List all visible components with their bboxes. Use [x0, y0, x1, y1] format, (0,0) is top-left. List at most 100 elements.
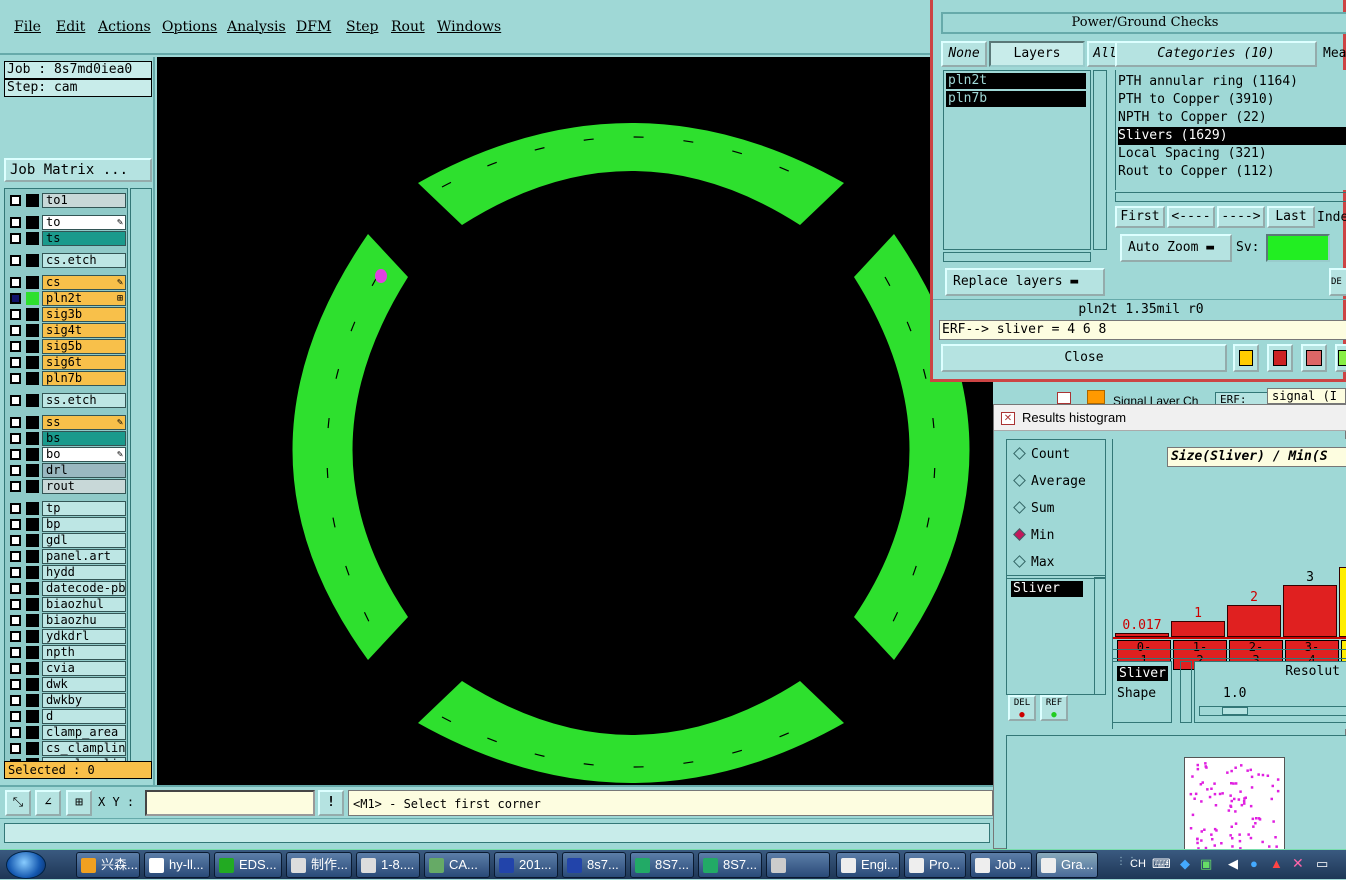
layer-color-swatch[interactable] [26, 194, 39, 207]
option-max[interactable]: Max [1013, 554, 1054, 572]
layer-name[interactable]: sig6t [42, 355, 126, 370]
menu-edit[interactable]: Edit [56, 19, 85, 35]
layer-row[interactable]: drl [5, 463, 129, 478]
layer-name[interactable]: sig5b [42, 339, 126, 354]
graphic-canvas[interactable] [157, 57, 993, 785]
layer-checkbox[interactable] [10, 481, 21, 492]
exclamation-button[interactable]: ! [318, 790, 344, 816]
network-icon[interactable]: ▣ [1200, 856, 1212, 872]
layer-row[interactable]: bs [5, 431, 129, 446]
layer-color-swatch[interactable] [26, 480, 39, 493]
menu-actions[interactable]: Actions [98, 19, 151, 35]
layer-color-swatch[interactable] [26, 448, 39, 461]
green-icon[interactable] [1335, 344, 1346, 372]
language-indicator[interactable]: CH [1130, 858, 1146, 870]
grid-button[interactable]: ⊞ [66, 790, 92, 816]
histogram-bar[interactable] [1171, 621, 1225, 637]
layer-row[interactable]: biaozhu [5, 613, 129, 628]
sliver-item[interactable]: Sliver [1117, 666, 1168, 681]
layer-color-swatch[interactable] [26, 662, 39, 675]
layer-name[interactable]: hydd [42, 565, 126, 580]
job-matrix-button[interactable]: Job Matrix ... [4, 158, 152, 182]
layer-row[interactable]: clamp_area [5, 725, 129, 740]
taskbar-item[interactable]: CA... [424, 852, 490, 878]
layer-row[interactable]: bp [5, 517, 129, 532]
layer-name[interactable]: panel.art [42, 549, 126, 564]
minimap[interactable] [1006, 735, 1346, 851]
layer-color-swatch[interactable] [26, 324, 39, 337]
layer-name[interactable]: pln2t ⊞ [42, 291, 126, 306]
layer-checkbox[interactable] [10, 465, 21, 476]
layer-color-swatch[interactable] [26, 518, 39, 531]
close-tray-icon[interactable]: ✕ [1292, 855, 1304, 872]
menu-dfm[interactable]: DFM [296, 19, 331, 35]
layer-row[interactable]: to ✎ [5, 215, 129, 230]
layer-row[interactable]: tp [5, 501, 129, 516]
layer-checkbox[interactable] [10, 233, 21, 244]
pg-layer-item[interactable]: pln7b [946, 91, 1086, 107]
layer-row[interactable]: ss.etch [5, 393, 129, 408]
layer-row[interactable]: bo ✎ [5, 447, 129, 462]
layer-color-swatch[interactable] [26, 550, 39, 563]
layer-name[interactable]: sig3b [42, 307, 126, 322]
layer-checkbox[interactable] [10, 519, 21, 530]
layer-row[interactable]: cs ✎ [5, 275, 129, 290]
layer-list-scrollbar[interactable] [130, 188, 152, 778]
layer-color-swatch[interactable] [26, 710, 39, 723]
layer-color-swatch[interactable] [26, 254, 39, 267]
layer-checkbox[interactable] [10, 277, 21, 288]
category-item[interactable]: NPTH to Copper (22) [1118, 109, 1346, 127]
layer-checkbox[interactable] [10, 631, 21, 642]
display-icon[interactable]: ▭ [1316, 856, 1328, 872]
layer-name[interactable]: rout [42, 479, 126, 494]
layer-name[interactable]: d [42, 709, 126, 724]
taskbar-item[interactable] [766, 852, 830, 878]
layer-name[interactable]: dwkby [42, 693, 126, 708]
layer-checkbox[interactable] [10, 309, 21, 320]
category-item[interactable]: Local Spacing (321) [1118, 145, 1346, 163]
sv-color-dropdown[interactable] [1266, 234, 1330, 262]
option-sum[interactable]: Sum [1013, 500, 1054, 518]
option-min[interactable]: Min [1013, 527, 1054, 545]
layer-checkbox[interactable] [10, 217, 21, 228]
shape-item[interactable]: Shape [1117, 686, 1156, 701]
taskbar-item[interactable]: EDS... [214, 852, 282, 878]
filter-layers-button[interactable]: Layers [989, 41, 1085, 67]
taskbar-item[interactable]: Gra... [1036, 852, 1098, 878]
triangle-icon[interactable]: ▲ [1270, 856, 1283, 871]
layer-row[interactable]: sig3b [5, 307, 129, 322]
layer-checkbox[interactable] [10, 373, 21, 384]
layer-row[interactable]: datecode-pbc [5, 581, 129, 596]
keyboard-icon[interactable]: ⌨ [1152, 856, 1171, 872]
layer-row[interactable]: pln2t ⊞ [5, 291, 129, 306]
nav-last-button[interactable]: Last [1267, 206, 1315, 228]
layer-color-swatch[interactable] [26, 464, 39, 477]
taskbar-item[interactable]: Job ... [970, 852, 1032, 878]
start-button[interactable] [6, 851, 46, 879]
signal-field[interactable]: signal (I [1267, 388, 1346, 404]
layer-color-swatch[interactable] [26, 694, 39, 707]
taskbar-item[interactable]: 8S7... [698, 852, 762, 878]
hist-ref-button[interactable]: REF ● [1040, 695, 1068, 721]
auto-zoom-dropdown[interactable]: Auto Zoom ▬ [1120, 234, 1232, 262]
hist-del-button[interactable]: DEL ● [1008, 695, 1036, 721]
list-item[interactable]: Sliver [1011, 581, 1083, 597]
menu-windows[interactable]: Windows [437, 19, 501, 35]
layer-checkbox[interactable] [10, 433, 21, 444]
measure-button[interactable]: ∠ [35, 790, 61, 816]
taskbar-item[interactable]: 制作... [286, 852, 352, 878]
layer-name[interactable]: to1 [42, 193, 126, 208]
layer-checkbox[interactable] [10, 535, 21, 546]
nav-prev-button[interactable]: <---- [1167, 206, 1215, 228]
layer-name[interactable]: tp [42, 501, 126, 516]
layer-name[interactable]: ts [42, 231, 126, 246]
layer-checkbox[interactable] [10, 567, 21, 578]
layer-color-swatch[interactable] [26, 232, 39, 245]
pg-cat-hscroll[interactable] [1115, 192, 1346, 202]
layer-checkbox[interactable] [10, 695, 21, 706]
menu-analysis[interactable]: Analysis [227, 19, 286, 35]
layer-row[interactable]: cs.etch [5, 253, 129, 268]
layer-checkbox[interactable] [10, 449, 21, 460]
layer-checkbox[interactable] [10, 255, 21, 266]
layer-name[interactable]: datecode-pbc [42, 581, 126, 596]
